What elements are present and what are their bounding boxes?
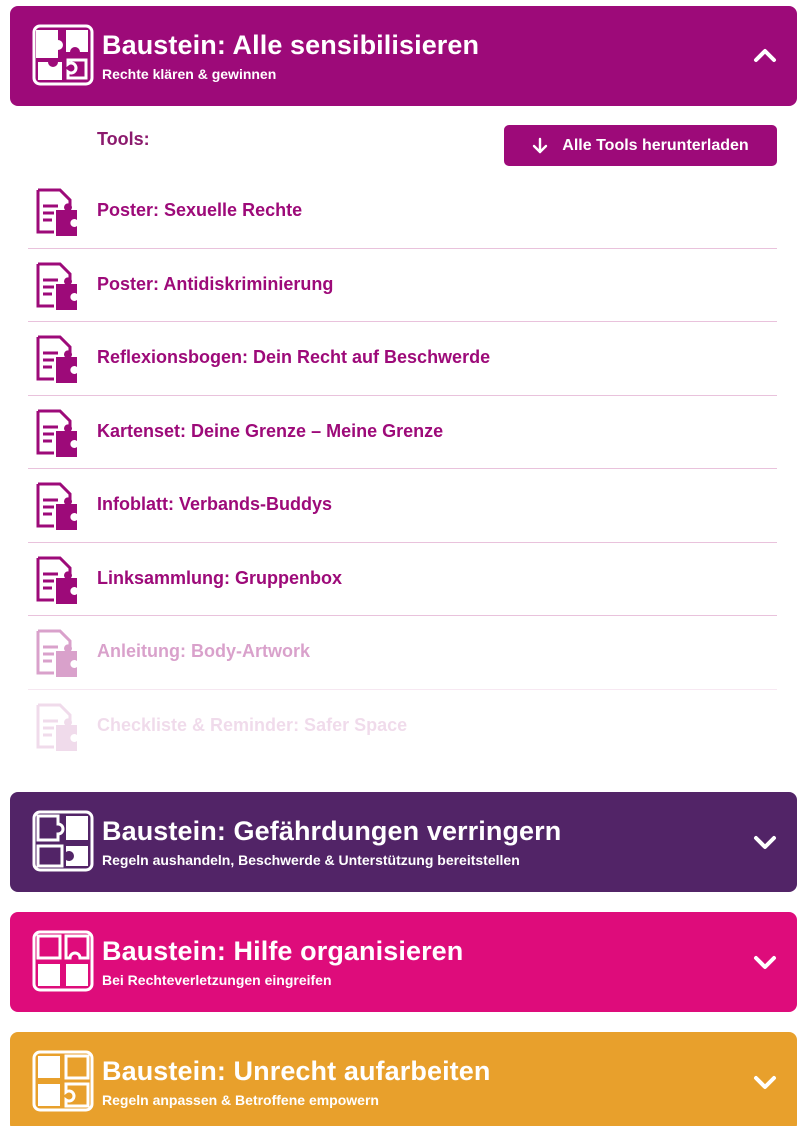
tool-item[interactable]: Poster: Antidiskriminierung: [28, 249, 777, 322]
puzzle-icon: [32, 1050, 94, 1112]
module-header-hilfe-organisieren[interactable]: Baustein: Hilfe organisieren Bei Rechtev…: [10, 912, 797, 1012]
module-subtitle: Regeln anpassen & Betroffene empowern: [102, 1092, 379, 1108]
download-all-label: Alle Tools herunterladen: [562, 136, 749, 154]
tool-label: Linksammlung: Gruppenbox: [97, 567, 343, 588]
document-puzzle-icon: [36, 703, 77, 751]
document-puzzle-icon: [36, 629, 77, 677]
module-title: Baustein: Unrecht aufarbeiten: [102, 1056, 491, 1086]
document-puzzle-icon: [36, 556, 77, 604]
module-subtitle: Regeln aushandeln, Beschwerde & Unterstü…: [102, 852, 520, 868]
module-title: Baustein: Alle sensibilisieren: [102, 30, 480, 60]
module-header-alle-sensibilisieren[interactable]: Baustein: Alle sensibilisieren Rechte kl…: [10, 6, 797, 106]
tool-label: Kartenset: Deine Grenze – Meine Grenze: [97, 420, 444, 441]
tool-item[interactable]: Checkliste & Reminder: Safer Space: [28, 690, 777, 764]
module-subtitle: Rechte klären & gewinnen: [102, 66, 277, 82]
chevron-up-icon[interactable]: [751, 42, 779, 70]
module-subtitle: Bei Rechteverletzungen eingreifen: [102, 972, 332, 988]
tool-item[interactable]: Kartenset: Deine Grenze – Meine Grenze: [28, 396, 777, 469]
module-title: Baustein: Gefährdungen verringern: [102, 816, 562, 846]
chevron-down-icon[interactable]: [751, 1068, 779, 1096]
document-puzzle-icon: [36, 482, 77, 530]
document-puzzle-icon: [36, 262, 77, 310]
puzzle-icon: [32, 24, 94, 86]
module-header-gefaehrdungen-verringern[interactable]: Baustein: Gefährdungen verringern Regeln…: [10, 792, 797, 892]
document-puzzle-icon: [36, 409, 77, 457]
puzzle-icon: [32, 810, 94, 872]
tool-item[interactable]: Anleitung: Body-Artwork: [28, 616, 777, 690]
tool-label: Checkliste & Reminder: Safer Space: [97, 714, 408, 735]
document-puzzle-icon: [36, 188, 77, 236]
module-title: Baustein: Hilfe organisieren: [102, 936, 464, 966]
tool-item[interactable]: Linksammlung: Gruppenbox: [28, 543, 777, 616]
chevron-down-icon[interactable]: [751, 948, 779, 976]
document-puzzle-icon: [36, 335, 77, 383]
module-header-unrecht-aufarbeiten[interactable]: Baustein: Unrecht aufarbeiten Regeln anp…: [10, 1032, 797, 1126]
tool-item[interactable]: Reflexionsbogen: Dein Recht auf Beschwer…: [28, 322, 777, 396]
tools-heading: Tools:: [97, 129, 150, 149]
arrow-down-icon: [533, 137, 548, 153]
tool-label: Poster: Antidiskriminierung: [97, 273, 334, 294]
tool-label: Infoblatt: Verbands-Buddys: [97, 494, 333, 514]
puzzle-icon: [32, 930, 94, 992]
download-all-tools-button[interactable]: Alle Tools herunterladen: [504, 125, 777, 166]
tool-label: Reflexionsbogen: Dein Recht auf Beschwer…: [97, 347, 491, 367]
tool-label: Anleitung: Body-Artwork: [97, 641, 310, 661]
tool-list: Poster: Sexuelle Rechte Poster: Antidisk…: [28, 175, 777, 763]
tool-item[interactable]: Infoblatt: Verbands-Buddys: [28, 469, 777, 543]
chevron-down-icon[interactable]: [751, 828, 779, 856]
tool-label: Poster: Sexuelle Rechte: [97, 200, 303, 220]
tool-item[interactable]: Poster: Sexuelle Rechte: [28, 175, 777, 249]
